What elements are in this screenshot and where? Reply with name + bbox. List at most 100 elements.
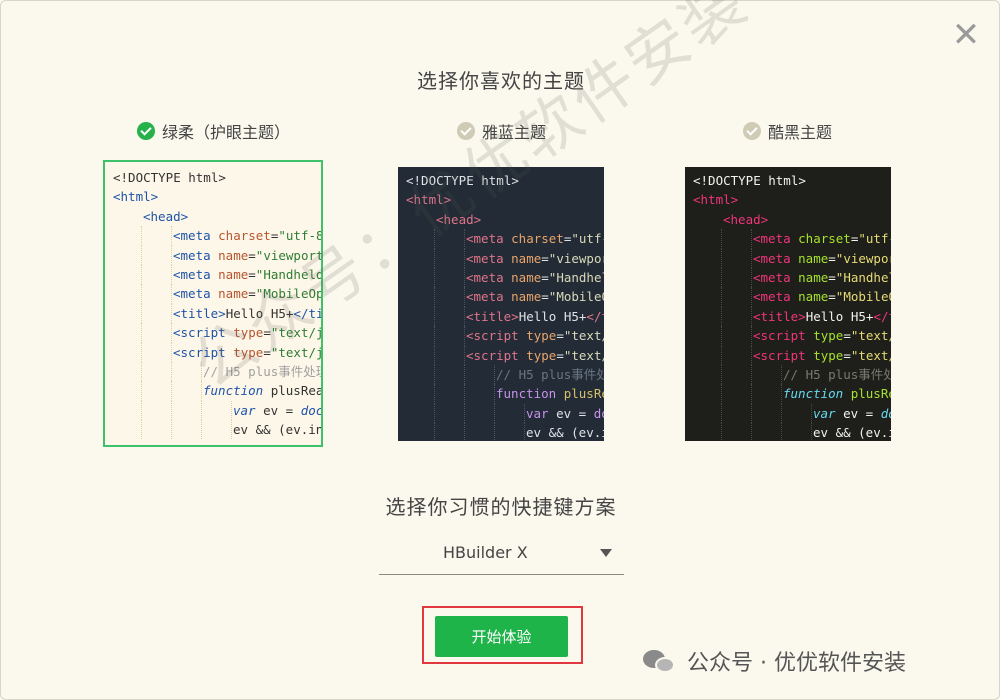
- code-token: charset: [511, 231, 564, 247]
- code-token: <head>: [723, 211, 769, 227]
- code-token: =: [828, 289, 836, 305]
- theme-preview-dark[interactable]: <!DOCTYPE html> <html> <head> <meta charset…: [685, 167, 891, 441]
- code-line: function plusReady: [693, 384, 891, 404]
- code-token: <meta: [753, 250, 799, 266]
- code-line: <meta charset="utf-8": [406, 229, 604, 249]
- code-token: plusReady: [563, 386, 604, 402]
- code-line: <meta name="MobileOptimized": [693, 287, 891, 307]
- theme-preview-blue[interactable]: <!DOCTYPE html> <html> <head> <meta charset…: [398, 167, 604, 441]
- code-token: name: [511, 269, 542, 285]
- shortcut-heading: 选择你习惯的快捷键方案: [385, 495, 617, 519]
- code-line: <meta charset="utf-8": [113, 226, 321, 246]
- footer-brand-text: 公众号 · 优优软件安装: [687, 651, 906, 676]
- code-token: "text/javascript": [563, 328, 604, 344]
- code-line: <!DOCTYPE html>: [406, 171, 604, 190]
- code-token: "viewport": [255, 247, 321, 263]
- code-token: =: [541, 250, 549, 266]
- theme-option-green[interactable]: 绿柔（护眼主题）: [137, 119, 290, 143]
- code-token: Hello H5+: [805, 308, 874, 324]
- code-line: <meta name="viewport": [113, 245, 321, 265]
- select-value: HBuilder X: [443, 543, 528, 562]
- code-line: function plusReady: [113, 381, 321, 401]
- code-token: plusReady: [850, 386, 891, 402]
- code-token: =: [541, 289, 549, 305]
- code-token: "text/javascript": [270, 344, 321, 360]
- code-line: var ev = document: [113, 400, 321, 421]
- code-line: <script type="text/javascript": [406, 345, 604, 365]
- code-line: <script type="text/javascript": [693, 345, 891, 365]
- check-circle-icon: [137, 122, 155, 140]
- start-button[interactable]: 开始体验: [435, 616, 568, 657]
- code-line: <meta name="viewport": [693, 248, 891, 268]
- code-token: </title>: [586, 308, 604, 324]
- code-line: <script type="text/javascript": [406, 326, 604, 346]
- code-token: <meta: [466, 250, 512, 266]
- code-token: name: [511, 250, 542, 266]
- code-token: <script: [466, 328, 527, 344]
- code-token: <meta: [173, 266, 219, 282]
- code-token: "text/javascript": [850, 328, 891, 344]
- theme-option-dark[interactable]: 酷黑主题: [743, 119, 832, 143]
- code-token: <html>: [406, 192, 452, 208]
- code-token: </title>: [293, 305, 321, 321]
- code-token: <meta: [173, 228, 219, 244]
- code-token: =: [248, 286, 256, 302]
- code-token: "viewport": [548, 250, 604, 266]
- code-line: <!DOCTYPE html>: [113, 168, 321, 187]
- code-line: <html>: [693, 190, 891, 209]
- code-token: ev =: [556, 405, 594, 421]
- code-token: <meta: [753, 231, 799, 247]
- code-token: plusReady: [270, 383, 321, 399]
- code-token: <html>: [693, 192, 739, 208]
- code-token: "text/javascript": [270, 325, 321, 341]
- code-token: <meta: [466, 269, 512, 285]
- code-token: type: [233, 344, 264, 360]
- code-line: <title>Hello H5+</title>: [113, 303, 321, 324]
- code-token: "HandheldFriendly": [255, 266, 321, 282]
- code-token: var: [526, 405, 557, 421]
- code-token: var: [813, 405, 844, 421]
- code-token: charset: [218, 228, 271, 244]
- code-line: <meta name="MobileOptimized": [113, 284, 321, 304]
- code-token: <head>: [436, 211, 482, 227]
- code-token: name: [798, 289, 829, 305]
- code-token: =: [828, 269, 836, 285]
- code-token: name: [511, 289, 542, 305]
- code-token: "utf-8": [858, 231, 891, 247]
- code-token: =: [263, 344, 271, 360]
- code-token: <title>: [173, 305, 226, 321]
- theme-preview-green[interactable]: <!DOCTYPE html> <html> <head> <meta charset…: [103, 160, 323, 447]
- code-line: <meta name="HandheldFriendly": [113, 264, 321, 285]
- close-button[interactable]: ✕: [951, 18, 981, 52]
- code-token: <meta: [466, 289, 512, 305]
- code-token: type: [813, 347, 844, 363]
- code-token: // H5 plus事件处理: [783, 366, 891, 382]
- code-token: name: [218, 247, 249, 263]
- code-line: <html>: [113, 187, 321, 206]
- code-token: <script: [173, 325, 234, 341]
- code-token: <!DOCTYPE html>: [693, 173, 806, 188]
- code-token: "HandheldFriendly": [835, 269, 891, 285]
- code-token: =: [556, 328, 564, 344]
- shortcut-scheme-select[interactable]: HBuilder X: [379, 533, 624, 575]
- code-line: <!DOCTYPE html>: [693, 171, 891, 190]
- code-token: <meta: [753, 289, 799, 305]
- code-token: <script: [753, 328, 814, 344]
- code-token: <!DOCTYPE html>: [406, 173, 519, 188]
- code-token: =: [843, 347, 851, 363]
- code-token: "MobileOptimized": [835, 289, 891, 305]
- code-line: <meta name="viewport": [406, 248, 604, 268]
- code-token: <title>: [753, 308, 806, 324]
- code-token: document: [300, 402, 321, 418]
- code-token: function: [783, 386, 851, 402]
- check-circle-icon: [743, 122, 761, 140]
- code-token: <meta: [173, 247, 219, 263]
- code-token: =: [248, 247, 256, 263]
- code-token: "text/javascript": [850, 347, 891, 363]
- theme-option-blue[interactable]: 雅蓝主题: [457, 119, 546, 143]
- wechat-icon: [643, 647, 677, 675]
- code-token: name: [218, 286, 249, 302]
- code-token: Hello H5+: [225, 305, 294, 321]
- code-token: "utf-8": [278, 228, 321, 244]
- code-token: name: [798, 269, 829, 285]
